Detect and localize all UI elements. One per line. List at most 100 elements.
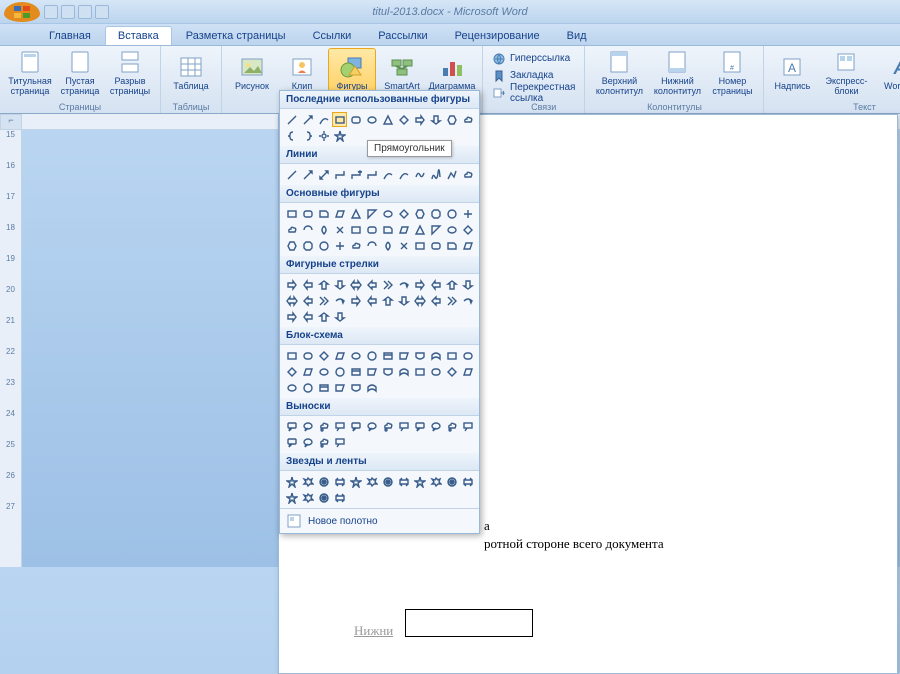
shape-item[interactable]: [332, 293, 347, 308]
shape-item[interactable]: [332, 490, 347, 505]
shape-item[interactable]: [412, 277, 427, 292]
shape-arrow-down[interactable]: [428, 112, 443, 127]
shape-item[interactable]: [284, 348, 299, 363]
shape-item[interactable]: [316, 474, 331, 489]
shape-item[interactable]: [460, 277, 475, 292]
shape-item[interactable]: [348, 293, 363, 308]
shape-item[interactable]: [348, 348, 363, 363]
cover-page-button[interactable]: Титульная страница: [6, 48, 54, 98]
shape-line[interactable]: [316, 167, 331, 182]
shape-item[interactable]: [348, 364, 363, 379]
shape-item[interactable]: [332, 348, 347, 363]
shape-item[interactable]: [332, 435, 347, 450]
shape-item[interactable]: [300, 238, 315, 253]
shape-item[interactable]: [444, 474, 459, 489]
shape-item[interactable]: [444, 364, 459, 379]
shape-item[interactable]: [284, 380, 299, 395]
qat-redo-icon[interactable]: [78, 5, 92, 19]
shape-item[interactable]: [428, 293, 443, 308]
shape-item[interactable]: [348, 222, 363, 237]
shape-item[interactable]: [332, 206, 347, 221]
shape-item[interactable]: [284, 364, 299, 379]
shape-item[interactable]: [332, 364, 347, 379]
shape-item[interactable]: [380, 206, 395, 221]
shape-elbow[interactable]: [332, 167, 347, 182]
shape-item[interactable]: [412, 206, 427, 221]
shape-line[interactable]: [300, 167, 315, 182]
tab-mailings[interactable]: Рассылки: [365, 26, 440, 45]
table-button[interactable]: Таблица: [167, 48, 215, 98]
shape-item[interactable]: [364, 348, 379, 363]
shape-sun[interactable]: [316, 128, 331, 143]
shape-item[interactable]: [284, 435, 299, 450]
qat-save-icon[interactable]: [44, 5, 58, 19]
shape-item[interactable]: [332, 238, 347, 253]
shape-rounded-rect[interactable]: [348, 112, 363, 127]
shape-item[interactable]: [300, 277, 315, 292]
new-canvas-button[interactable]: Новое полотно: [280, 508, 479, 533]
shape-item[interactable]: [316, 490, 331, 505]
shape-item[interactable]: [380, 474, 395, 489]
shape-connector[interactable]: [316, 112, 331, 127]
page-number-button[interactable]: #Номер страницы: [707, 48, 757, 98]
shape-item[interactable]: [284, 419, 299, 434]
shape-item[interactable]: [364, 380, 379, 395]
picture-button[interactable]: Рисунок: [228, 48, 276, 98]
quickparts-button[interactable]: Экспресс-блоки: [816, 48, 876, 98]
shape-item[interactable]: [300, 293, 315, 308]
shape-item[interactable]: [428, 348, 443, 363]
shape-item[interactable]: [428, 364, 443, 379]
shape-freeform[interactable]: [444, 167, 459, 182]
shape-item[interactable]: [444, 293, 459, 308]
shape-item[interactable]: [316, 222, 331, 237]
shape-item[interactable]: [412, 474, 427, 489]
shape-item[interactable]: [364, 222, 379, 237]
shape-line[interactable]: [284, 112, 299, 127]
shape-item[interactable]: [364, 206, 379, 221]
shape-item[interactable]: [332, 309, 347, 324]
shape-item[interactable]: [380, 364, 395, 379]
shape-item[interactable]: [460, 238, 475, 253]
wordart-button[interactable]: AWordArt: [878, 48, 900, 98]
shape-item[interactable]: [444, 277, 459, 292]
shape-item[interactable]: [300, 309, 315, 324]
shape-item[interactable]: [316, 348, 331, 363]
shape-item[interactable]: [300, 380, 315, 395]
shape-elbow[interactable]: [364, 167, 379, 182]
shape-item[interactable]: [316, 380, 331, 395]
shape-item[interactable]: [284, 222, 299, 237]
shape-item[interactable]: [284, 474, 299, 489]
shape-item[interactable]: [364, 277, 379, 292]
shape-item[interactable]: [300, 490, 315, 505]
qat-more-icon[interactable]: [95, 5, 109, 19]
tab-view[interactable]: Вид: [554, 26, 600, 45]
shape-item[interactable]: [364, 474, 379, 489]
drawn-rectangle[interactable]: [405, 609, 533, 637]
shape-item[interactable]: [364, 238, 379, 253]
shape-item[interactable]: [444, 419, 459, 434]
shape-item[interactable]: [380, 419, 395, 434]
shape-item[interactable]: [412, 238, 427, 253]
shape-item[interactable]: [300, 419, 315, 434]
footer-button[interactable]: Нижний колонтитул: [649, 48, 705, 98]
shape-item[interactable]: [284, 206, 299, 221]
shape-item[interactable]: [396, 238, 411, 253]
textbox-button[interactable]: AНадпись: [770, 48, 814, 98]
shape-item[interactable]: [316, 364, 331, 379]
shape-item[interactable]: [428, 419, 443, 434]
shape-item[interactable]: [460, 348, 475, 363]
shape-item[interactable]: [284, 293, 299, 308]
shape-star[interactable]: [332, 128, 347, 143]
shape-item[interactable]: [412, 293, 427, 308]
shape-brace-left[interactable]: [284, 128, 299, 143]
shape-item[interactable]: [444, 238, 459, 253]
shape-freeform[interactable]: [412, 167, 427, 182]
shape-item[interactable]: [316, 206, 331, 221]
shape-item[interactable]: [284, 490, 299, 505]
shape-item[interactable]: [380, 348, 395, 363]
shape-cloud[interactable]: [460, 167, 475, 182]
shape-item[interactable]: [348, 238, 363, 253]
shape-item[interactable]: [348, 474, 363, 489]
shape-item[interactable]: [300, 435, 315, 450]
shape-item[interactable]: [396, 419, 411, 434]
